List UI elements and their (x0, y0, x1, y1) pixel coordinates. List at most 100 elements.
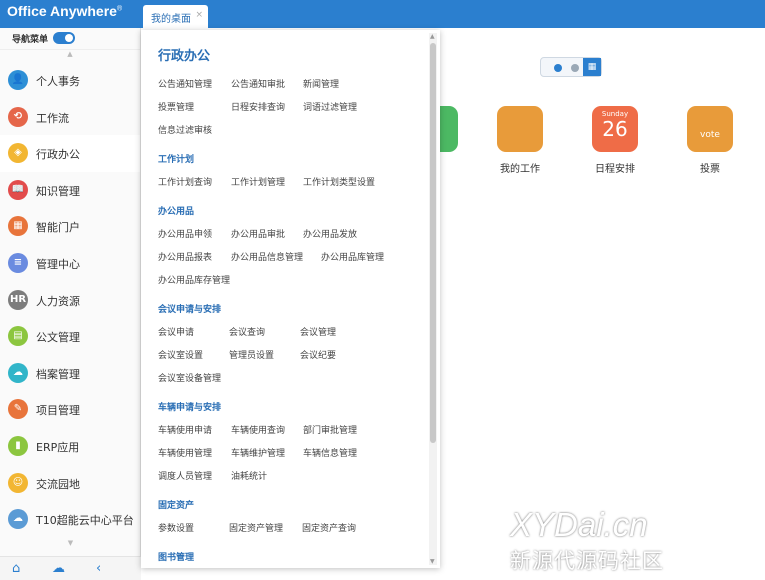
menu-link[interactable]: 调度人员管理 (158, 469, 212, 482)
chat-icon: ☺ (8, 472, 28, 493)
menu-link[interactable]: 固定资产管理 (229, 521, 283, 534)
scroll-up-icon[interactable]: ▲ (0, 50, 140, 62)
home-icon[interactable]: ⌂ (12, 561, 20, 576)
sidebar-item-label: 交流园地 (36, 477, 80, 491)
section-title: 会议申请与安排 (158, 305, 222, 315)
view-switcher[interactable]: ▦ (540, 57, 602, 77)
menu-link[interactable]: 公告通知管理 (158, 77, 212, 90)
menu-link[interactable]: 会议纪要 (300, 348, 336, 361)
menu-link[interactable]: 公告通知审批 (231, 77, 285, 90)
menu-link[interactable]: 参数设置 (158, 521, 194, 534)
menu-link[interactable]: 工作计划管理 (231, 175, 285, 188)
sidebar-item[interactable]: ☺ 交流园地 (0, 465, 140, 502)
sidebar-item-label: 档案管理 (36, 367, 80, 381)
menu-link[interactable]: 工作计划类型设置 (303, 175, 375, 188)
menu-link[interactable]: 办公用品信息管理 (231, 250, 303, 263)
brand-logo: Office Anywhere® (7, 3, 123, 19)
workflow-icon: ⟲ (8, 106, 28, 127)
sidebar-item-label: 工作流 (36, 111, 69, 125)
menu-link[interactable]: 会议室设置 (158, 348, 203, 361)
sidebar-item-label: 智能门户 (36, 221, 80, 235)
menu-link[interactable]: 部门审批管理 (303, 423, 357, 436)
watermark-text: 新源代源码社区 (510, 549, 664, 573)
project-icon: ✎ (8, 399, 28, 420)
sidebar-item-label: 行政办公 (36, 148, 80, 162)
document-icon: ▤ (8, 326, 28, 347)
page-dot-active[interactable] (554, 64, 562, 72)
grid-icon[interactable]: ▦ (583, 58, 601, 76)
menu-link[interactable]: 办公用品发放 (303, 227, 357, 240)
section-title: 固定资产 (158, 501, 195, 511)
menu-link[interactable]: 车辆维护管理 (231, 446, 285, 459)
layers-icon: ◈ (8, 143, 28, 164)
sidebar-item[interactable]: 👤 个人事务 (0, 62, 140, 99)
calendar-icon: Sunday 26 (592, 106, 638, 152)
popup-scrollbar[interactable]: ▲ ▼ (429, 33, 437, 565)
menu-link[interactable]: 会议管理 (300, 325, 336, 338)
scroll-thumb[interactable] (430, 43, 436, 443)
vote-icon: vote (687, 106, 733, 152)
archive-icon: ☁ (8, 362, 28, 383)
back-icon[interactable]: ‹ (96, 561, 101, 576)
erp-icon: ▮ (8, 435, 28, 456)
sidebar-item-label: 知识管理 (36, 184, 80, 198)
sidebar-item[interactable]: ◈ 行政办公 (0, 135, 140, 172)
scroll-down-icon[interactable]: ▼ (430, 558, 435, 565)
sidebar-item[interactable]: ☁ 档案管理 (0, 355, 140, 392)
cloud-icon: ☁ (8, 509, 28, 530)
menu-link[interactable]: 车辆使用管理 (158, 446, 212, 459)
tab-my-desktop[interactable]: 我的桌面 × (143, 5, 208, 28)
menu-link[interactable]: 会议查询 (229, 325, 265, 338)
menu-link[interactable]: 工作计划查询 (158, 175, 212, 188)
sidebar-item-label: 人力资源 (36, 294, 80, 308)
menu-link[interactable]: 车辆信息管理 (303, 446, 357, 459)
nav-menu-header: 导航菜单 (0, 28, 140, 50)
menu-link[interactable]: 油耗统计 (231, 469, 267, 482)
menu-link[interactable]: 办公用品审批 (231, 227, 285, 240)
section-title: 工作计划 (158, 155, 195, 165)
menu-link[interactable]: 新闻管理 (303, 77, 339, 90)
menu-link[interactable]: 车辆使用申请 (158, 423, 212, 436)
menu-link[interactable]: 办公用品库存管理 (158, 273, 230, 286)
menu-link[interactable]: 词语过滤管理 (303, 100, 357, 113)
nav-menu-toggle[interactable] (53, 32, 75, 44)
sidebar-item[interactable]: ⟲ 工作流 (0, 99, 140, 136)
my-work-icon (497, 106, 543, 152)
menu-link[interactable]: 办公用品库管理 (321, 250, 384, 263)
sidebar-item[interactable]: ☁ T10超能云中心平台 (0, 501, 140, 538)
popup-title: 行政办公 (158, 49, 211, 64)
menu-link[interactable]: 信息过滤审核 (158, 123, 212, 136)
app-tile-schedule[interactable]: Sunday 26 日程安排 (580, 106, 650, 175)
app-tile-vote[interactable]: vote 投票 (675, 106, 745, 175)
page-dot[interactable] (571, 64, 579, 72)
sidebar-item[interactable]: HR 人力资源 (0, 282, 140, 319)
sidebar-item[interactable]: ✎ 项目管理 (0, 391, 140, 428)
scroll-up-icon[interactable]: ▲ (430, 33, 435, 40)
cloud-icon[interactable]: ☁ (52, 561, 65, 576)
sidebar-item[interactable]: ≡ 管理中心 (0, 245, 140, 282)
sidebar-item[interactable]: 📖 知识管理 (0, 172, 140, 209)
sidebar-item-label: T10超能云中心平台 (36, 514, 134, 528)
app-tile-my-work[interactable]: 我的工作 (485, 106, 555, 175)
portal-icon: ▦ (8, 216, 28, 237)
menu-link[interactable]: 车辆使用查询 (231, 423, 285, 436)
sidebar-item-label: 个人事务 (36, 75, 80, 88)
menu-link[interactable]: 日程安排查询 (231, 100, 285, 113)
menu-link[interactable]: 管理员设置 (229, 348, 274, 361)
menu-link[interactable]: 会议申请 (158, 325, 194, 338)
sidebar-item[interactable]: ▤ 公文管理 (0, 318, 140, 355)
menu-link[interactable]: 会议室设备管理 (158, 371, 221, 384)
menu-link[interactable]: 办公用品报表 (158, 250, 212, 263)
menu-popup: 行政办公 公告通知管理 公告通知审批 新闻管理投票管理 日程安排查询 词语过滤管理信息过… (141, 30, 440, 568)
scroll-down-icon[interactable]: ▼ (0, 539, 141, 547)
book-icon: 📖 (8, 179, 28, 200)
top-bar: Office Anywhere® 我的桌面 × (0, 0, 765, 28)
sidebar-item[interactable]: ▮ ERP应用 (0, 428, 140, 465)
close-icon[interactable]: × (195, 10, 203, 20)
sidebar: 导航菜单 ▲ 👤 个人事务 ⟲ 工作流 ◈ 行政办公 📖 知识管理 ▦ 智能门户 ≡ 管理中心 HR 人力… (0, 28, 141, 580)
sidebar-item-label: 项目管理 (36, 404, 80, 418)
menu-link[interactable]: 投票管理 (158, 100, 194, 113)
sidebar-item[interactable]: ▦ 智能门户 (0, 208, 140, 245)
menu-link[interactable]: 办公用品申领 (158, 227, 212, 240)
menu-link[interactable]: 固定资产查询 (302, 521, 356, 534)
